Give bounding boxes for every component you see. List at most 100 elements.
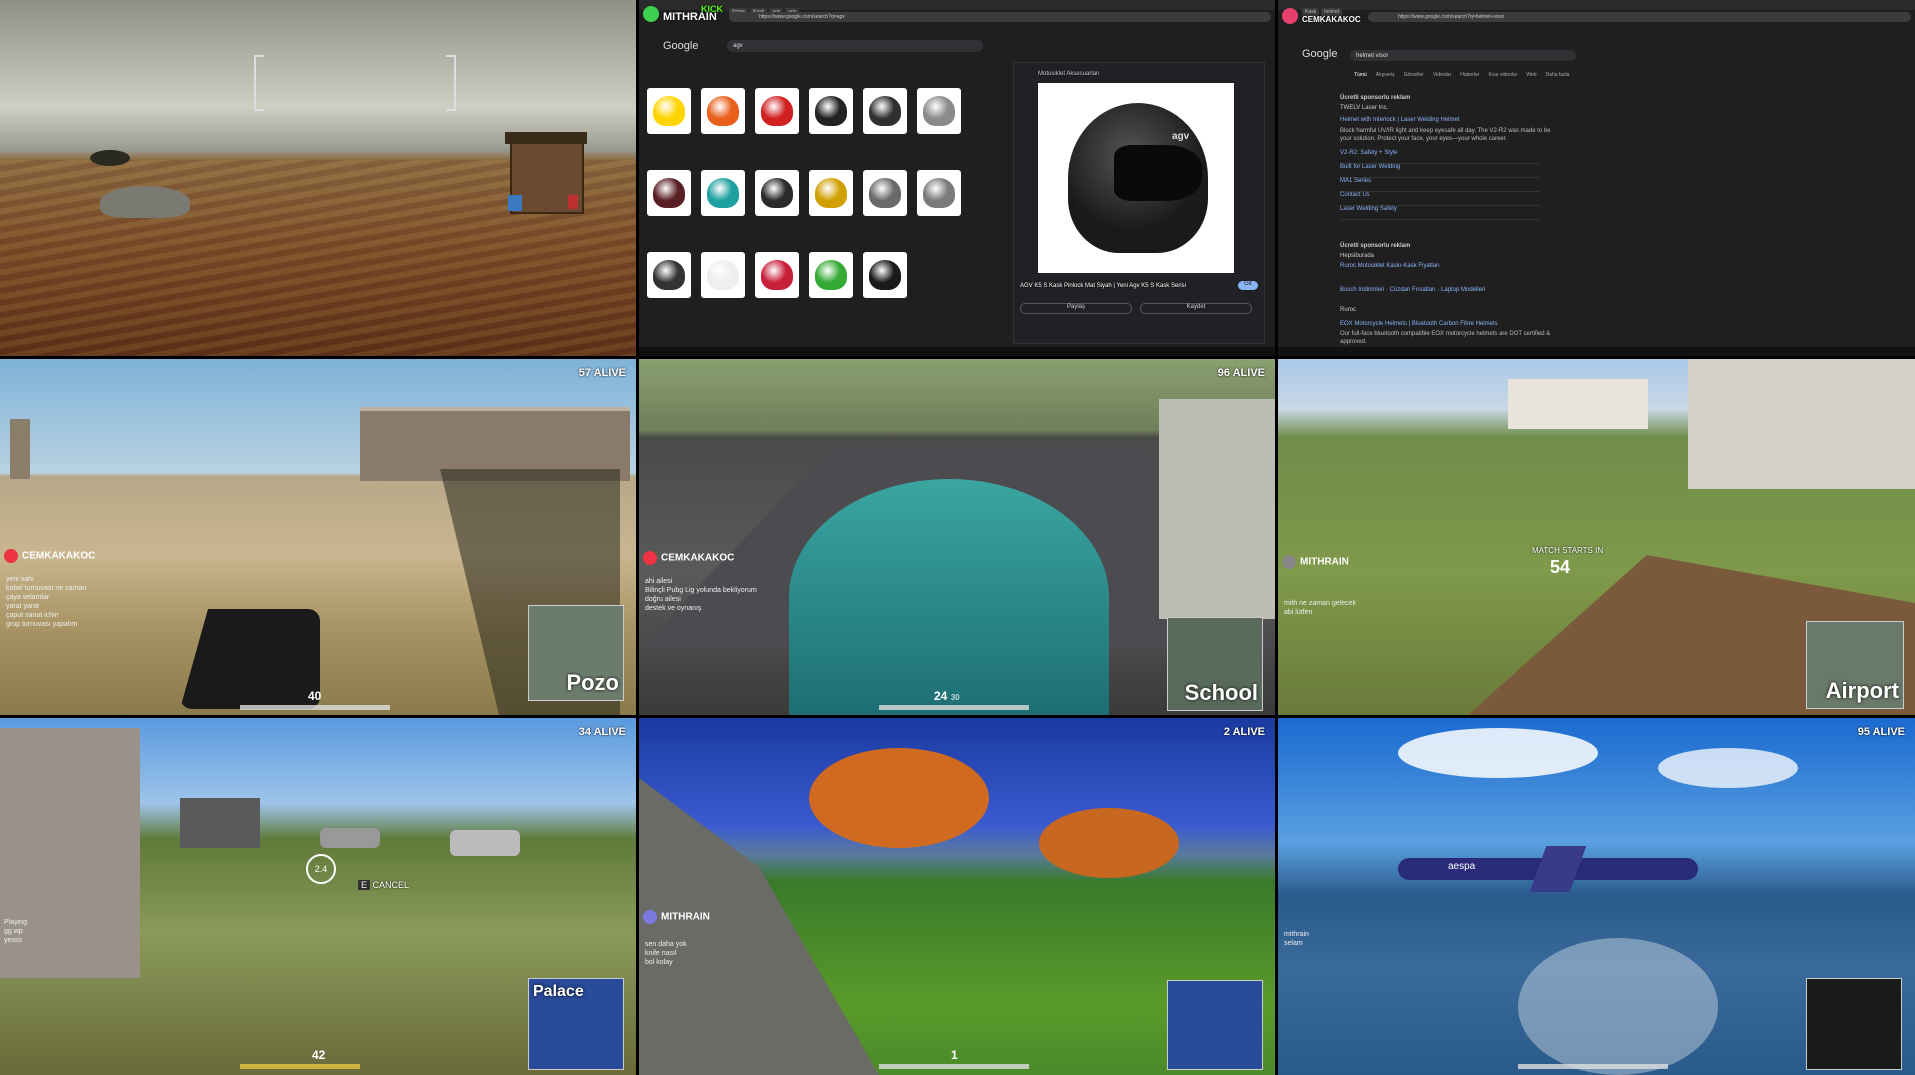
ad2-source[interactable]: Hepsiburada [1340, 252, 1374, 260]
search-tab[interactable]: Haberler [1460, 72, 1479, 78]
ammo-count: 40 [308, 689, 322, 703]
image-result-thumb[interactable] [863, 88, 907, 134]
browser-tab-bar[interactable]: Kask helmet [1278, 0, 1915, 16]
stream-tile-4-game[interactable]: 57 ALIVE CEMKAKAKOC yeni sahi kobel turnu… [0, 359, 636, 715]
windows-taskbar[interactable] [1278, 347, 1915, 356]
ad3-title[interactable]: EOX Motorcycle Helmets | Bluetooth Carbo… [1340, 320, 1498, 328]
image-result-thumb[interactable] [809, 170, 853, 216]
streamer-name: CEMKAKAKOC [1302, 15, 1361, 24]
image-result-thumb[interactable] [755, 170, 799, 216]
share-button[interactable]: Paylaş [1020, 303, 1132, 314]
shed-roof [505, 132, 587, 144]
ad2-title[interactable]: Ruroc Motosiklet Kaskı-Kask Fiyatları [1340, 262, 1440, 270]
search-tab[interactable]: Görseller [1404, 72, 1424, 78]
image-result-thumb[interactable] [755, 88, 799, 134]
alive-counter: 57 ALIVE [578, 367, 626, 379]
helmet-icon [653, 260, 685, 290]
image-result-thumb[interactable] [863, 170, 907, 216]
search-tab[interactable]: Web [1526, 72, 1536, 78]
health-bar [879, 705, 1029, 710]
preview-title[interactable]: AGV K5 S Kask Pinlock Mat Siyah | Yeni A… [1020, 281, 1240, 292]
minimap[interactable] [1167, 980, 1263, 1070]
stream-tile-1[interactable] [0, 0, 636, 356]
search-tab[interactable]: Videolar [1433, 72, 1451, 78]
sitelink-item[interactable]: Contact Us [1340, 192, 1540, 206]
search-tab[interactable]: Tümü [1354, 72, 1367, 78]
stream-tile-3-browser[interactable]: Kask helmet CEMKAKAKOC https://www.google… [1278, 0, 1915, 356]
sitelink-item[interactable]: Built for Laser Welding [1340, 164, 1540, 178]
chat-message: doğru ailesi [645, 596, 681, 603]
image-result-thumb[interactable] [917, 170, 961, 216]
image-result-thumb[interactable] [647, 252, 691, 298]
browser-tab-bar[interactable]: PrimeKaskagvagv [639, 0, 1275, 16]
alive-counter: 95 ALIVE [1857, 726, 1905, 738]
cancel-action[interactable]: E CANCEL [358, 880, 409, 891]
image-result-thumb[interactable] [755, 252, 799, 298]
image-result-thumb[interactable] [701, 170, 745, 216]
ad2-links[interactable]: Bosch Indirimleri · Cüzdan Fırsatları · … [1340, 286, 1485, 294]
google-logo[interactable]: Google [1302, 48, 1337, 60]
stream-tile-8-game[interactable]: 2 ALIVE MITHRAIN sen daha yok knife nasıl… [639, 718, 1275, 1075]
car-2 [450, 830, 520, 856]
alive-counter: 34 ALIVE [578, 726, 626, 738]
stream-tile-2-browser[interactable]: PrimeKaskagvagv KICK MITHRAIN https://ww… [639, 0, 1275, 356]
search-tab[interactable]: Alışveriş [1376, 72, 1395, 78]
kick-badge [643, 6, 659, 22]
image-results-grid [647, 88, 961, 328]
stream-tile-9-game[interactable]: aespa 95 ALIVE mithrain selam [1278, 718, 1915, 1075]
image-preview-panel[interactable]: Motosiklet Aksesuarları agv AGV K5 S Kas… [1013, 62, 1265, 344]
address-bar[interactable]: https://www.google.com/search?q=agv [729, 12, 1271, 22]
minimap[interactable] [1806, 978, 1902, 1070]
image-result-thumb[interactable] [647, 170, 691, 216]
stream-tile-7-game[interactable]: 2.4 E CANCEL 34 ALIVE Playing gg wp yesss … [0, 718, 636, 1075]
save-button[interactable]: Kaydet [1140, 303, 1252, 314]
image-result-thumb[interactable] [863, 252, 907, 298]
address-bar[interactable]: https://www.google.com/search?q=helmet+v… [1368, 12, 1911, 22]
sponsored-label-1: Ücretli sponsorlu reklam [1340, 95, 1411, 101]
image-result-thumb[interactable] [647, 88, 691, 134]
crosshair-bracket-left [254, 55, 264, 111]
tower-left [10, 419, 30, 479]
ammo-count: 42 [312, 1048, 326, 1062]
image-result-thumb[interactable] [917, 88, 961, 134]
preview-source[interactable]: Motosiklet Aksesuarları [1038, 69, 1100, 80]
google-logo[interactable]: Google [663, 40, 698, 52]
minimap[interactable]: School [1167, 617, 1263, 711]
car-1 [320, 828, 380, 848]
windows-taskbar[interactable] [639, 347, 1275, 356]
wall-right [1688, 359, 1915, 489]
chat-overlay: ahi ailesi Bilinçli Pubg Lig yolunda bekl… [645, 577, 757, 613]
hut [180, 798, 260, 848]
search-tab[interactable]: Daha fazla [1546, 72, 1570, 78]
image-result-thumb[interactable] [701, 252, 745, 298]
image-result-thumb[interactable] [809, 88, 853, 134]
minimap[interactable]: Airport [1806, 621, 1904, 709]
tree-canopy-2 [1039, 808, 1179, 878]
minimap[interactable]: Pozo [528, 605, 624, 701]
image-result-thumb[interactable] [701, 88, 745, 134]
chat-message: grup turnuvası yapalım [6, 621, 78, 628]
helmet-icon [707, 96, 739, 126]
ad1-source[interactable]: TWELV Laser Inc. [1340, 104, 1388, 112]
search-tabs[interactable]: Tümü Alışveriş Görseller Videolar Haberler Kı… [1354, 72, 1578, 78]
alive-counter: 2 ALIVE [1223, 726, 1265, 738]
stream-tile-6-game[interactable]: MITHRAIN mith ne zaman gelecek abi lütfen… [1278, 359, 1915, 715]
ad3-source[interactable]: Ruroc [1340, 306, 1356, 314]
sitelink-item[interactable]: MA1 Series [1340, 178, 1540, 192]
search-tab[interactable]: Kısa videolar [1488, 72, 1517, 78]
helmet-icon [707, 178, 739, 208]
minimap[interactable]: Palace [528, 978, 624, 1070]
preview-image[interactable]: agv [1038, 83, 1234, 273]
search-input[interactable]: agv [727, 40, 983, 52]
helmet-icon [815, 96, 847, 126]
ad1-title[interactable]: Helmet with Interlock | Laser Welding He… [1340, 116, 1460, 124]
stream-tile-5-game[interactable]: 96 ALIVE CEMKAKAKOC ahi ailesi Bilinçli P… [639, 359, 1275, 715]
helmet-icon [923, 178, 955, 208]
search-input[interactable]: helmet visor [1350, 50, 1576, 61]
streamer-name: MITHRAIN [663, 11, 717, 23]
chat-message: Playing [4, 919, 27, 926]
visit-button[interactable]: Git [1238, 281, 1258, 290]
image-result-thumb[interactable] [809, 252, 853, 298]
sitelink-item[interactable]: V2-R2: Safety + Style [1340, 150, 1540, 164]
sitelink-item[interactable]: Laser Welding Safety [1340, 206, 1540, 220]
